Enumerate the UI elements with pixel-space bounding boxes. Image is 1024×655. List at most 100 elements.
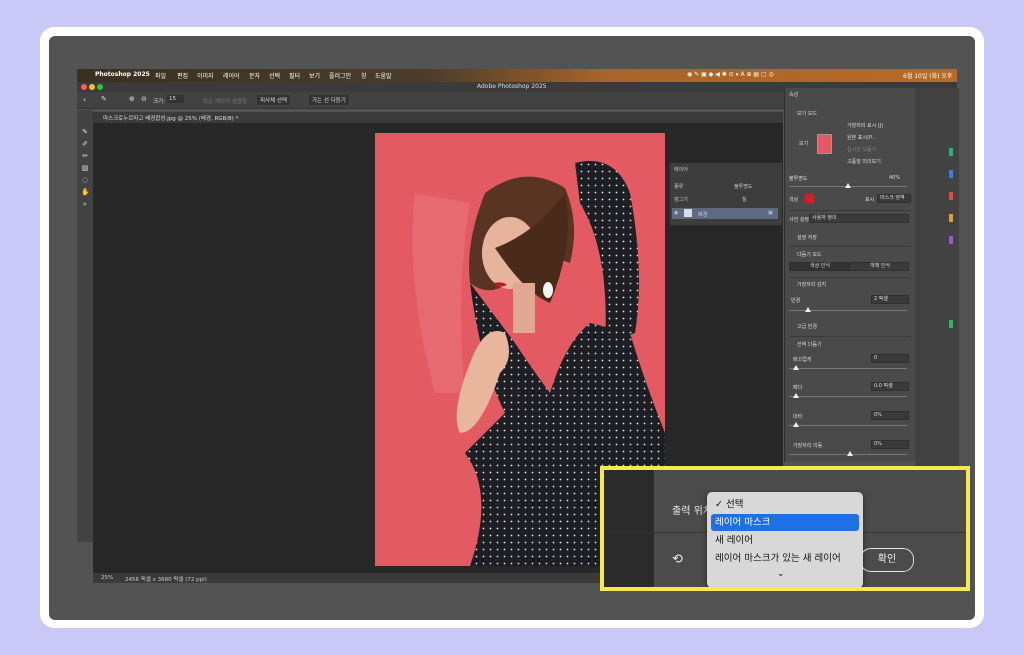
menu-type[interactable]: 문자 [249, 71, 260, 80]
layers-blend-label: 불투명도 [734, 184, 753, 190]
menu-filter[interactable]: 필터 [289, 71, 300, 80]
layer-row-background[interactable]: ◉ 배경 ▣ [672, 208, 778, 219]
object-aware-button[interactable]: 개체 인식 [849, 262, 909, 271]
add-mode-icon[interactable]: ⊕ [129, 95, 135, 103]
refine-mode-heading[interactable]: 다듬기 모드 [797, 251, 822, 258]
sample-all-layers-checkbox[interactable]: 모든 레이어 샘플링 [203, 97, 247, 105]
opacity-slider-knob[interactable] [845, 183, 851, 188]
view-mode-heading: 보기 모드 [797, 111, 817, 117]
divider [789, 336, 911, 337]
menu-window[interactable]: 창 [361, 71, 367, 80]
layers-fill-label: 칠 [742, 197, 747, 203]
contrast-slider[interactable] [789, 425, 907, 426]
radius-field[interactable]: 2 픽셀 [871, 295, 909, 304]
select-subject-button[interactable]: 피사체 선택 [257, 95, 291, 105]
display-label: 표시 [865, 197, 875, 203]
layers-lock-label: 잠그기 [674, 197, 688, 203]
menu-select[interactable]: 선택 [269, 71, 280, 80]
menu-edit[interactable]: 편집 [177, 71, 188, 80]
minimize-window-button[interactable] [89, 84, 95, 90]
contrast-field[interactable]: 0% [871, 411, 909, 420]
quick-selection-tool-icon[interactable]: ✎ [81, 128, 89, 136]
dock-color-tab[interactable] [949, 320, 953, 328]
menu-clock: 6월 10일 (화) 오후 [903, 73, 953, 80]
back-chevron-icon[interactable]: ‹ [83, 95, 86, 104]
output-option-new-layer[interactable]: 새 레이어 [711, 532, 859, 549]
save-settings-checkbox[interactable]: 설정 저장 [797, 234, 817, 241]
contrast-slider-knob[interactable] [793, 422, 799, 427]
feather-field[interactable]: 0.0 픽셀 [871, 382, 909, 391]
document-tab[interactable]: 마스크로누르따고 배경합성.jpg @ 25% (배경, RGB/8) * [103, 114, 238, 122]
subtract-mode-icon[interactable]: ⊖ [141, 95, 147, 103]
preset-dropdown[interactable]: 사용자 정의 [809, 214, 909, 223]
visibility-eye-icon[interactable]: ◉ [674, 210, 678, 216]
hand-tool-icon[interactable]: ✋ [81, 188, 90, 196]
size-field[interactable]: 15 [167, 95, 184, 103]
close-window-button[interactable] [81, 84, 87, 90]
document-info[interactable]: 2456 픽셀 x 3680 픽셀 (72 ppi) [125, 575, 207, 583]
smooth-label: 매끄럽게 [793, 357, 812, 363]
edge-detection-heading[interactable]: 가장자리 감지 [797, 281, 826, 288]
refine-edge-brush-icon[interactable]: ✐ [81, 140, 89, 148]
dock-color-tab[interactable] [949, 170, 953, 178]
refine-hair-button[interactable]: 가는 선 다듬기 [309, 95, 349, 105]
output-dropdown-menu[interactable]: ✓ 선택 레이어 마스크 새 레이어 레이어 마스크가 있는 새 레이어 ⌄ [707, 492, 863, 587]
menu-layer[interactable]: 레이어 [223, 71, 240, 80]
view-mode-thumbnail[interactable] [817, 134, 832, 154]
shift-edge-label: 가장자리 이동 [793, 443, 823, 449]
options-bar: ‹ ✎ ⊕ ⊖ 크기: 15 모든 레이어 샘플링 피사체 선택 가는 선 다듬… [77, 92, 784, 109]
smooth-slider[interactable] [789, 368, 907, 369]
radius-slider-knob[interactable] [805, 307, 811, 312]
zoom-level[interactable]: 25% [101, 575, 113, 581]
realtime-refine-checkbox[interactable]: 실시간 다듬기 [847, 146, 876, 153]
dock-color-tab[interactable] [949, 192, 953, 200]
output-option-layer-mask[interactable]: 레이어 마스크 [711, 514, 859, 531]
output-to-label: 출력 위치 [672, 506, 712, 517]
brush-tool-icon[interactable]: ✎ [101, 95, 107, 103]
dock-color-tab[interactable] [949, 214, 953, 222]
layer-thumbnail [684, 209, 692, 217]
high-quality-preview-checkbox[interactable]: 고품질 미리보기 [847, 158, 881, 165]
feather-slider-knob[interactable] [793, 393, 799, 398]
dock-color-tab[interactable] [949, 148, 953, 156]
smooth-slider-knob[interactable] [793, 365, 799, 370]
object-selection-icon[interactable]: ▨ [81, 164, 89, 172]
show-edge-checkbox[interactable]: 가장자리 표시 (J) [847, 122, 883, 129]
brush-tool-icon[interactable]: ✏ [81, 152, 89, 160]
chevron-down-icon[interactable]: ⌄ [777, 569, 785, 579]
smooth-field[interactable]: 0 [871, 354, 909, 363]
menu-view[interactable]: 보기 [309, 71, 320, 80]
lasso-tool-icon[interactable]: ◌ [81, 176, 89, 184]
zoom-window-button[interactable] [97, 84, 103, 90]
properties-title: 속성 [789, 92, 799, 98]
zoom-tool-icon[interactable]: ⌕ [81, 200, 89, 208]
reset-icon[interactable]: ⟲ [672, 552, 683, 567]
lock-icon: ▣ [768, 210, 773, 216]
menu-app-name[interactable]: Photoshop 2025 [95, 71, 150, 78]
overlay-color-swatch[interactable] [805, 194, 814, 203]
output-callout: 출력 위치 ⟲ ✓ 선택 레이어 마스크 새 레이어 레이어 마스크가 있는 새… [600, 466, 970, 591]
global-refinements-heading[interactable]: 전역 다듬기 [797, 341, 822, 348]
smart-radius-checkbox[interactable]: 고급 반경 [797, 323, 817, 330]
shift-edge-field[interactable]: 0% [871, 440, 909, 449]
shift-edge-slider-knob[interactable] [847, 451, 853, 456]
layers-kind-filter[interactable]: 종류 [674, 183, 683, 190]
layers-panel-title[interactable]: 레이어 [674, 166, 688, 173]
dock-color-tab[interactable] [949, 236, 953, 244]
menu-plugins[interactable]: 플러그인 [329, 71, 351, 80]
properties-panel: 속성 보기 모드 보기 가장자리 표시 (J) 원본 표시(P... 실시간 다… [784, 88, 915, 462]
feather-slider[interactable] [789, 396, 907, 397]
ok-button[interactable]: 확인 [860, 548, 914, 572]
menu-help[interactable]: 도움말 [375, 71, 392, 80]
opacity-value[interactable]: 40% [889, 175, 900, 181]
output-option-label: 레이어 마스크 [715, 517, 771, 528]
menu-file[interactable]: 파일 [155, 71, 166, 80]
output-option-new-layer-with-mask[interactable]: 레이어 마스크가 있는 새 레이어 [711, 550, 859, 567]
status-icons: ◉ ✎ ▣ ◆ ◀ ✱ ⊙ ⏸ A ⊕ ▤ ▢ ◎ [687, 71, 774, 78]
show-original-checkbox[interactable]: 원본 표시(P... [847, 134, 876, 141]
color-aware-button[interactable]: 색상 인식 [789, 262, 849, 271]
layers-panel: 레이어 종류 불투명도 잠그기 칠 ◉ 배경 ▣ [669, 162, 783, 226]
menu-image[interactable]: 이미지 [197, 71, 214, 80]
output-option-selection[interactable]: ✓ 선택 [711, 496, 859, 513]
display-dropdown[interactable]: 마스크 영역 [877, 194, 911, 203]
